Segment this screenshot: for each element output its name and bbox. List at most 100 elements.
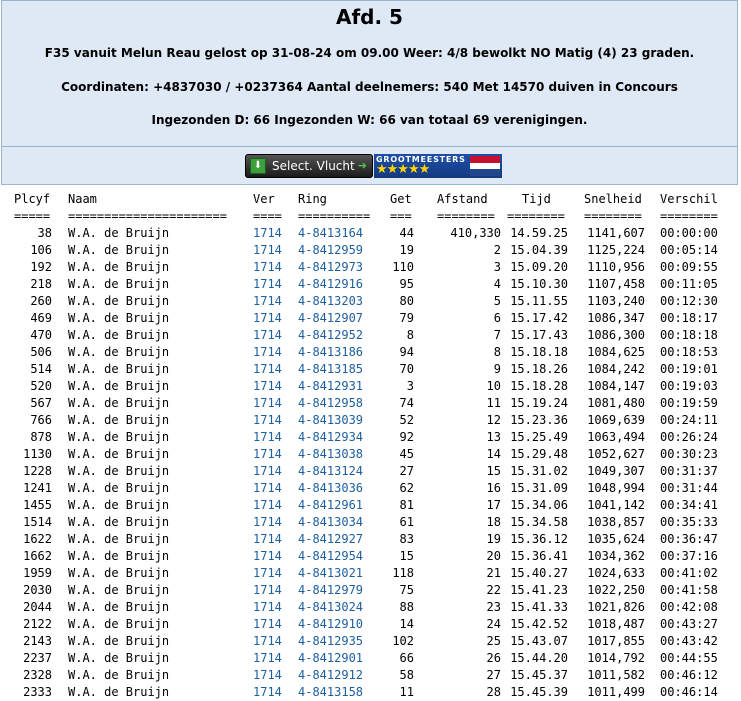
cell-ring[interactable]: 4-8413124 [298, 463, 363, 480]
cell-ring[interactable]: 4-8412973 [298, 259, 363, 276]
cell-afstand: 25 [486, 634, 501, 648]
cell-get: 118 [392, 566, 414, 580]
cell-naam: W.A. de Bruijn [68, 345, 170, 359]
cell-afstand: 11 [486, 396, 501, 410]
cell-ring[interactable]: 4-8413164 [298, 225, 363, 242]
cell-ver[interactable]: 1714 [253, 395, 282, 412]
cell-tijd: 15.34.06 [510, 498, 568, 512]
cell-ver[interactable]: 1714 [253, 429, 282, 446]
cell-ver[interactable]: 1714 [253, 242, 282, 259]
cell-ring[interactable]: 4-8413186 [298, 344, 363, 361]
cell-plcyf: 2333 [23, 685, 52, 699]
cell-get: 19 [399, 243, 414, 257]
cell-naam: W.A. de Bruijn [68, 617, 170, 631]
cell-tijd: 15.41.33 [510, 600, 568, 614]
cell-ring[interactable]: 4-8412912 [298, 667, 363, 684]
cell-ring[interactable]: 4-8412934 [298, 429, 363, 446]
cell-ver[interactable]: 1714 [253, 582, 282, 599]
cell-plcyf: 192 [30, 260, 52, 274]
cell-ring[interactable]: 4-8412958 [298, 395, 363, 412]
cell-ver[interactable]: 1714 [253, 616, 282, 633]
col-snelheid: Snelheid [584, 192, 642, 206]
cell-verschil: 00:19:03 [660, 379, 718, 393]
cell-naam: W.A. de Bruijn [68, 277, 170, 291]
table-row: 1228 W.A. de Bruijn 1714 4-8413124 27 15 15.31… [0, 463, 741, 480]
cell-ver[interactable]: 1714 [253, 259, 282, 276]
cell-ring[interactable]: 4-8413158 [298, 684, 363, 701]
cell-ver[interactable]: 1714 [253, 531, 282, 548]
cell-plcyf: 470 [30, 328, 52, 342]
cell-ver[interactable]: 1714 [253, 412, 282, 429]
cell-naam: W.A. de Bruijn [68, 583, 170, 597]
cell-ver[interactable]: 1714 [253, 565, 282, 582]
cell-plcyf: 520 [30, 379, 52, 393]
cell-ring[interactable]: 4-8412927 [298, 531, 363, 548]
cell-ver[interactable]: 1714 [253, 225, 282, 242]
table-row: 469 W.A. de Bruijn 1714 4-8412907 79 6 15.17.4… [0, 310, 741, 327]
cell-ver[interactable]: 1714 [253, 293, 282, 310]
cell-ring[interactable]: 4-8412916 [298, 276, 363, 293]
cell-naam: W.A. de Bruijn [68, 396, 170, 410]
cell-ver[interactable]: 1714 [253, 361, 282, 378]
cell-ring[interactable]: 4-8413185 [298, 361, 363, 378]
col-tijd: Tijd [522, 192, 551, 206]
cell-ring[interactable]: 4-8412959 [298, 242, 363, 259]
rule-ver: ==== [253, 209, 282, 223]
cell-ver[interactable]: 1714 [253, 684, 282, 701]
cell-ring[interactable]: 4-8412910 [298, 616, 363, 633]
cell-ver[interactable]: 1714 [253, 667, 282, 684]
cell-plcyf: 38 [37, 226, 52, 240]
cell-naam: W.A. de Bruijn [68, 328, 170, 342]
cell-ver[interactable]: 1714 [253, 310, 282, 327]
cell-ver[interactable]: 1714 [253, 446, 282, 463]
cell-ver[interactable]: 1714 [253, 378, 282, 395]
cell-ver[interactable]: 1714 [253, 633, 282, 650]
cell-ring[interactable]: 4-8413039 [298, 412, 363, 429]
cell-plcyf: 2122 [23, 617, 52, 631]
cell-plcyf: 1241 [23, 481, 52, 495]
cell-tijd: 15.19.24 [510, 396, 568, 410]
cell-plcyf: 567 [30, 396, 52, 410]
cell-ver[interactable]: 1714 [253, 514, 282, 531]
cell-verschil: 00:41:02 [660, 566, 718, 580]
cell-ring[interactable]: 4-8412901 [298, 650, 363, 667]
cell-afstand: 23 [486, 600, 501, 614]
cell-ring[interactable]: 4-8412907 [298, 310, 363, 327]
cell-snelheid: 1081,480 [587, 396, 645, 410]
cell-ver[interactable]: 1714 [253, 276, 282, 293]
cell-ver[interactable]: 1714 [253, 463, 282, 480]
cell-ver[interactable]: 1714 [253, 480, 282, 497]
cell-ring[interactable]: 4-8412931 [298, 378, 363, 395]
cell-ring[interactable]: 4-8413024 [298, 599, 363, 616]
cell-plcyf: 878 [30, 430, 52, 444]
cell-ver[interactable]: 1714 [253, 548, 282, 565]
cell-snelheid: 1049,307 [587, 464, 645, 478]
cell-ring[interactable]: 4-8412935 [298, 633, 363, 650]
cell-naam: W.A. de Bruijn [68, 651, 170, 665]
cell-ver[interactable]: 1714 [253, 650, 282, 667]
cell-ring[interactable]: 4-8413036 [298, 480, 363, 497]
cell-naam: W.A. de Bruijn [68, 515, 170, 529]
cell-verschil: 00:18:53 [660, 345, 718, 359]
cell-snelheid: 1125,224 [587, 243, 645, 257]
cell-ring[interactable]: 4-8412954 [298, 548, 363, 565]
cell-ver[interactable]: 1714 [253, 599, 282, 616]
cell-ring[interactable]: 4-8412961 [298, 497, 363, 514]
submissions-info: Ingezonden D: 66 Ingezonden W: 66 van to… [151, 113, 588, 127]
cell-plcyf: 2030 [23, 583, 52, 597]
cell-ring[interactable]: 4-8413034 [298, 514, 363, 531]
cell-ring[interactable]: 4-8413203 [298, 293, 363, 310]
grootmeesters-banner[interactable]: GROOTMEESTERS ★★★★★ [374, 154, 502, 178]
rule-verschil: ======== [660, 209, 718, 223]
cell-ver[interactable]: 1714 [253, 327, 282, 344]
flight-header: Afd. 5 F35 vanuit Melun Reau gelost op 3… [1, 0, 738, 147]
cell-verschil: 00:09:55 [660, 260, 718, 274]
cell-get: 79 [399, 311, 414, 325]
cell-ring[interactable]: 4-8412979 [298, 582, 363, 599]
cell-ring[interactable]: 4-8412952 [298, 327, 363, 344]
cell-ver[interactable]: 1714 [253, 497, 282, 514]
select-flight-button[interactable]: ⬇ Select. Vlucht ➜ [245, 154, 373, 178]
cell-ver[interactable]: 1714 [253, 344, 282, 361]
cell-ring[interactable]: 4-8413021 [298, 565, 363, 582]
cell-ring[interactable]: 4-8413038 [298, 446, 363, 463]
